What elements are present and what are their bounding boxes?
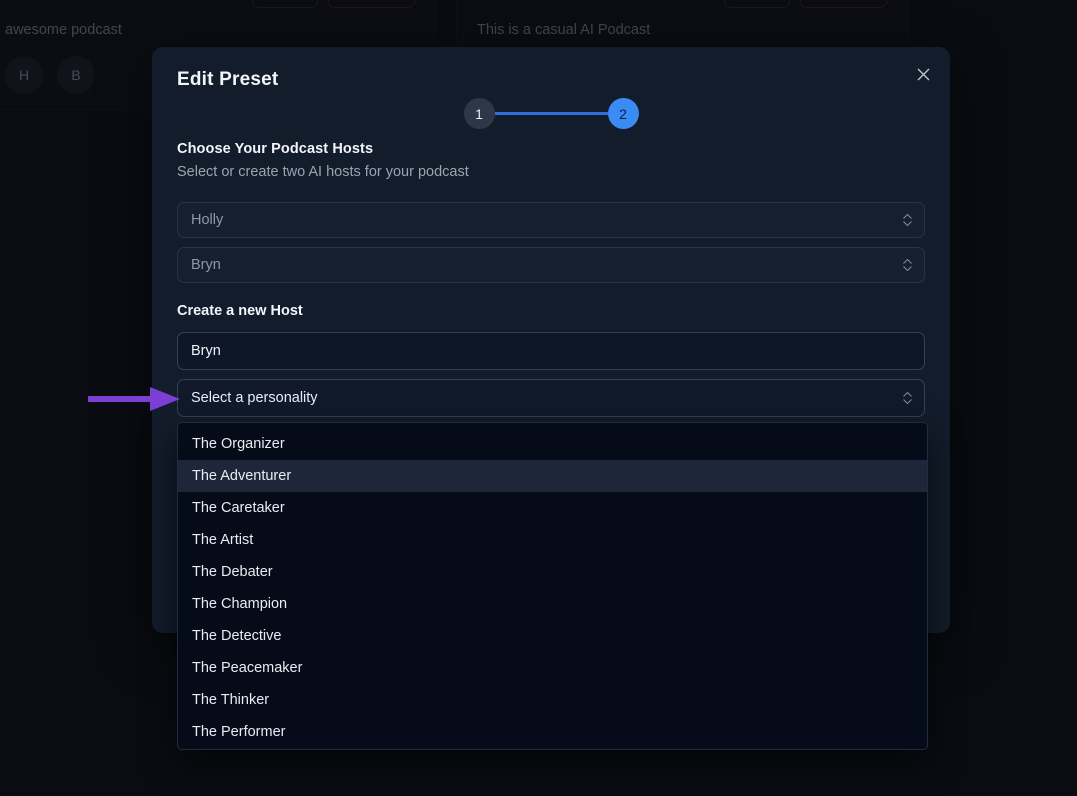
delete-button[interactable]: 🗑 Delete: [328, 0, 415, 8]
dropdown-option[interactable]: The Caretaker: [178, 492, 927, 524]
preset-card-subtitle: This is a casual AI Podcast: [477, 22, 651, 38]
dropdown-option-selected[interactable]: The Adventurer: [178, 460, 927, 492]
section-subheading: Select or create two AI hosts for your p…: [177, 164, 469, 180]
personality-select-value: Select a personality: [191, 390, 318, 406]
modal-body: Choose Your Podcast Hosts Select or crea…: [177, 141, 925, 417]
chevron-updown-icon: [903, 392, 912, 404]
close-icon[interactable]: [912, 63, 934, 85]
step-connector: [494, 112, 608, 115]
step-indicator: 1 2: [152, 98, 950, 129]
preset-card-actions: ✎ Edit 🗑 Delete: [251, 0, 415, 8]
host-select-2[interactable]: Bryn: [177, 247, 925, 283]
dropdown-option[interactable]: The Debater: [178, 556, 927, 588]
modal-title: Edit Preset: [177, 69, 279, 90]
host-select-1[interactable]: Holly: [177, 202, 925, 238]
edit-button-label: Edit: [282, 0, 304, 1]
edit-button[interactable]: ✎ Edit: [723, 0, 791, 8]
host-select-1-value: Holly: [191, 212, 224, 228]
preset-card-subtitle: awesome podcast: [5, 22, 122, 38]
create-host-label: Create a new Host: [177, 303, 303, 319]
preset-card-title: CastMyBlog AI Show: [477, 0, 668, 1]
preset-card-title: Blogcast.fm: [5, 0, 115, 1]
step-1[interactable]: 1: [463, 98, 495, 129]
preset-card-actions: ✎ Edit 🗑 Delete: [723, 0, 887, 8]
chevron-updown-icon: [903, 259, 912, 271]
app-root: Blogcast.fm ✎ Edit 🗑 Delete awesome podc…: [0, 0, 1077, 796]
dropdown-option[interactable]: The Peacemaker: [178, 652, 927, 684]
dropdown-option[interactable]: The Thinker: [178, 684, 927, 716]
personality-select[interactable]: Select a personality: [177, 379, 925, 417]
step-2[interactable]: 2: [607, 98, 639, 129]
dropdown-option[interactable]: The Detective: [178, 620, 927, 652]
delete-button[interactable]: 🗑 Delete: [800, 0, 887, 8]
preset-card-header: CastMyBlog AI Show ✎ Edit 🗑 Delete: [477, 0, 887, 8]
dropdown-option[interactable]: The Artist: [178, 524, 927, 556]
chevron-updown-icon: [903, 214, 912, 226]
host-select-2-value: Bryn: [191, 257, 221, 273]
avatar: H: [5, 56, 43, 94]
dropdown-option[interactable]: The Organizer: [178, 428, 927, 460]
edit-button[interactable]: ✎ Edit: [251, 0, 319, 8]
edit-button-label: Edit: [754, 0, 776, 1]
section-heading: Choose Your Podcast Hosts: [177, 141, 374, 157]
dropdown-option[interactable]: The Champion: [178, 588, 927, 620]
delete-button-label: Delete: [363, 0, 401, 1]
preset-card-header: Blogcast.fm ✎ Edit 🗑 Delete: [5, 0, 415, 8]
host-name-input[interactable]: [177, 332, 925, 370]
delete-button-label: Delete: [835, 0, 873, 1]
avatar: B: [57, 56, 95, 94]
personality-dropdown-list[interactable]: The Organizer The Adventurer The Caretak…: [177, 422, 928, 750]
dropdown-option[interactable]: The Performer: [178, 716, 927, 748]
